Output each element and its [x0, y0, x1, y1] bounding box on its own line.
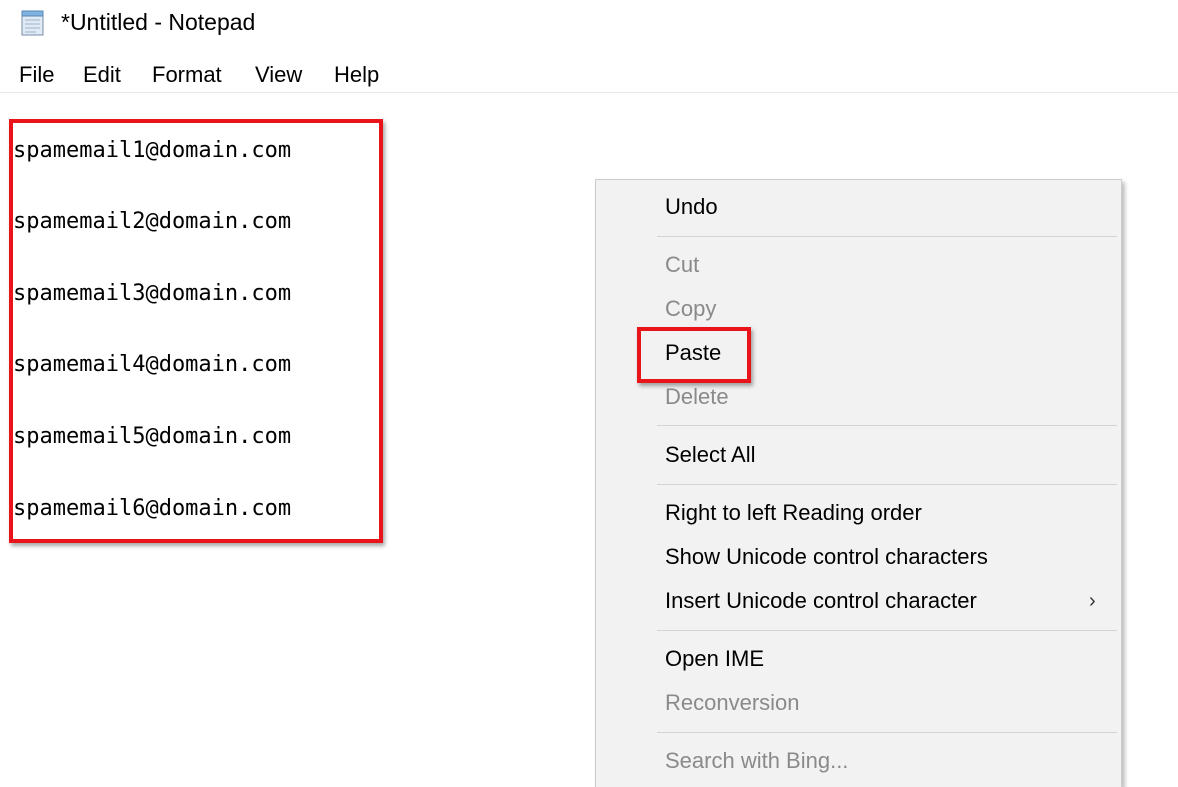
menu-format[interactable]: Format — [152, 58, 222, 92]
ctx-separator — [657, 630, 1117, 631]
ctx-separator — [657, 236, 1117, 237]
menu-view[interactable]: View — [255, 58, 302, 92]
ctx-rtl-reading-order[interactable]: Right to left Reading order — [665, 498, 922, 528]
paste-highlight-box — [637, 327, 751, 383]
ctx-separator — [657, 732, 1117, 733]
ctx-copy[interactable]: Copy — [665, 294, 716, 324]
ctx-separator — [657, 425, 1117, 426]
ctx-open-ime[interactable]: Open IME — [665, 644, 764, 674]
notepad-icon — [20, 8, 46, 36]
ctx-cut[interactable]: Cut — [665, 250, 699, 280]
text-highlight-box — [9, 119, 383, 543]
context-menu: Undo Cut Copy Paste Delete Select All Ri… — [595, 179, 1122, 787]
notepad-window: *Untitled - Notepad File Edit Format Vie… — [0, 0, 1178, 787]
ctx-select-all[interactable]: Select All — [665, 440, 756, 470]
menu-file[interactable]: File — [19, 58, 54, 92]
ctx-search-bing[interactable]: Search with Bing... — [665, 746, 848, 776]
ctx-show-unicode[interactable]: Show Unicode control characters — [665, 542, 988, 572]
ctx-undo[interactable]: Undo — [665, 192, 718, 222]
menu-help[interactable]: Help — [334, 58, 379, 92]
window-title: *Untitled - Notepad — [61, 9, 256, 35]
menu-edit[interactable]: Edit — [83, 58, 121, 92]
ctx-reconversion[interactable]: Reconversion — [665, 688, 800, 718]
ctx-separator — [657, 484, 1117, 485]
ctx-delete[interactable]: Delete — [665, 382, 729, 412]
menu-bar: File Edit Format View Help — [0, 58, 1178, 92]
chevron-right-icon: › — [1089, 590, 1096, 612]
ctx-insert-unicode[interactable]: Insert Unicode control character — [665, 586, 977, 616]
title-bar: *Untitled - Notepad — [0, 0, 1178, 46]
